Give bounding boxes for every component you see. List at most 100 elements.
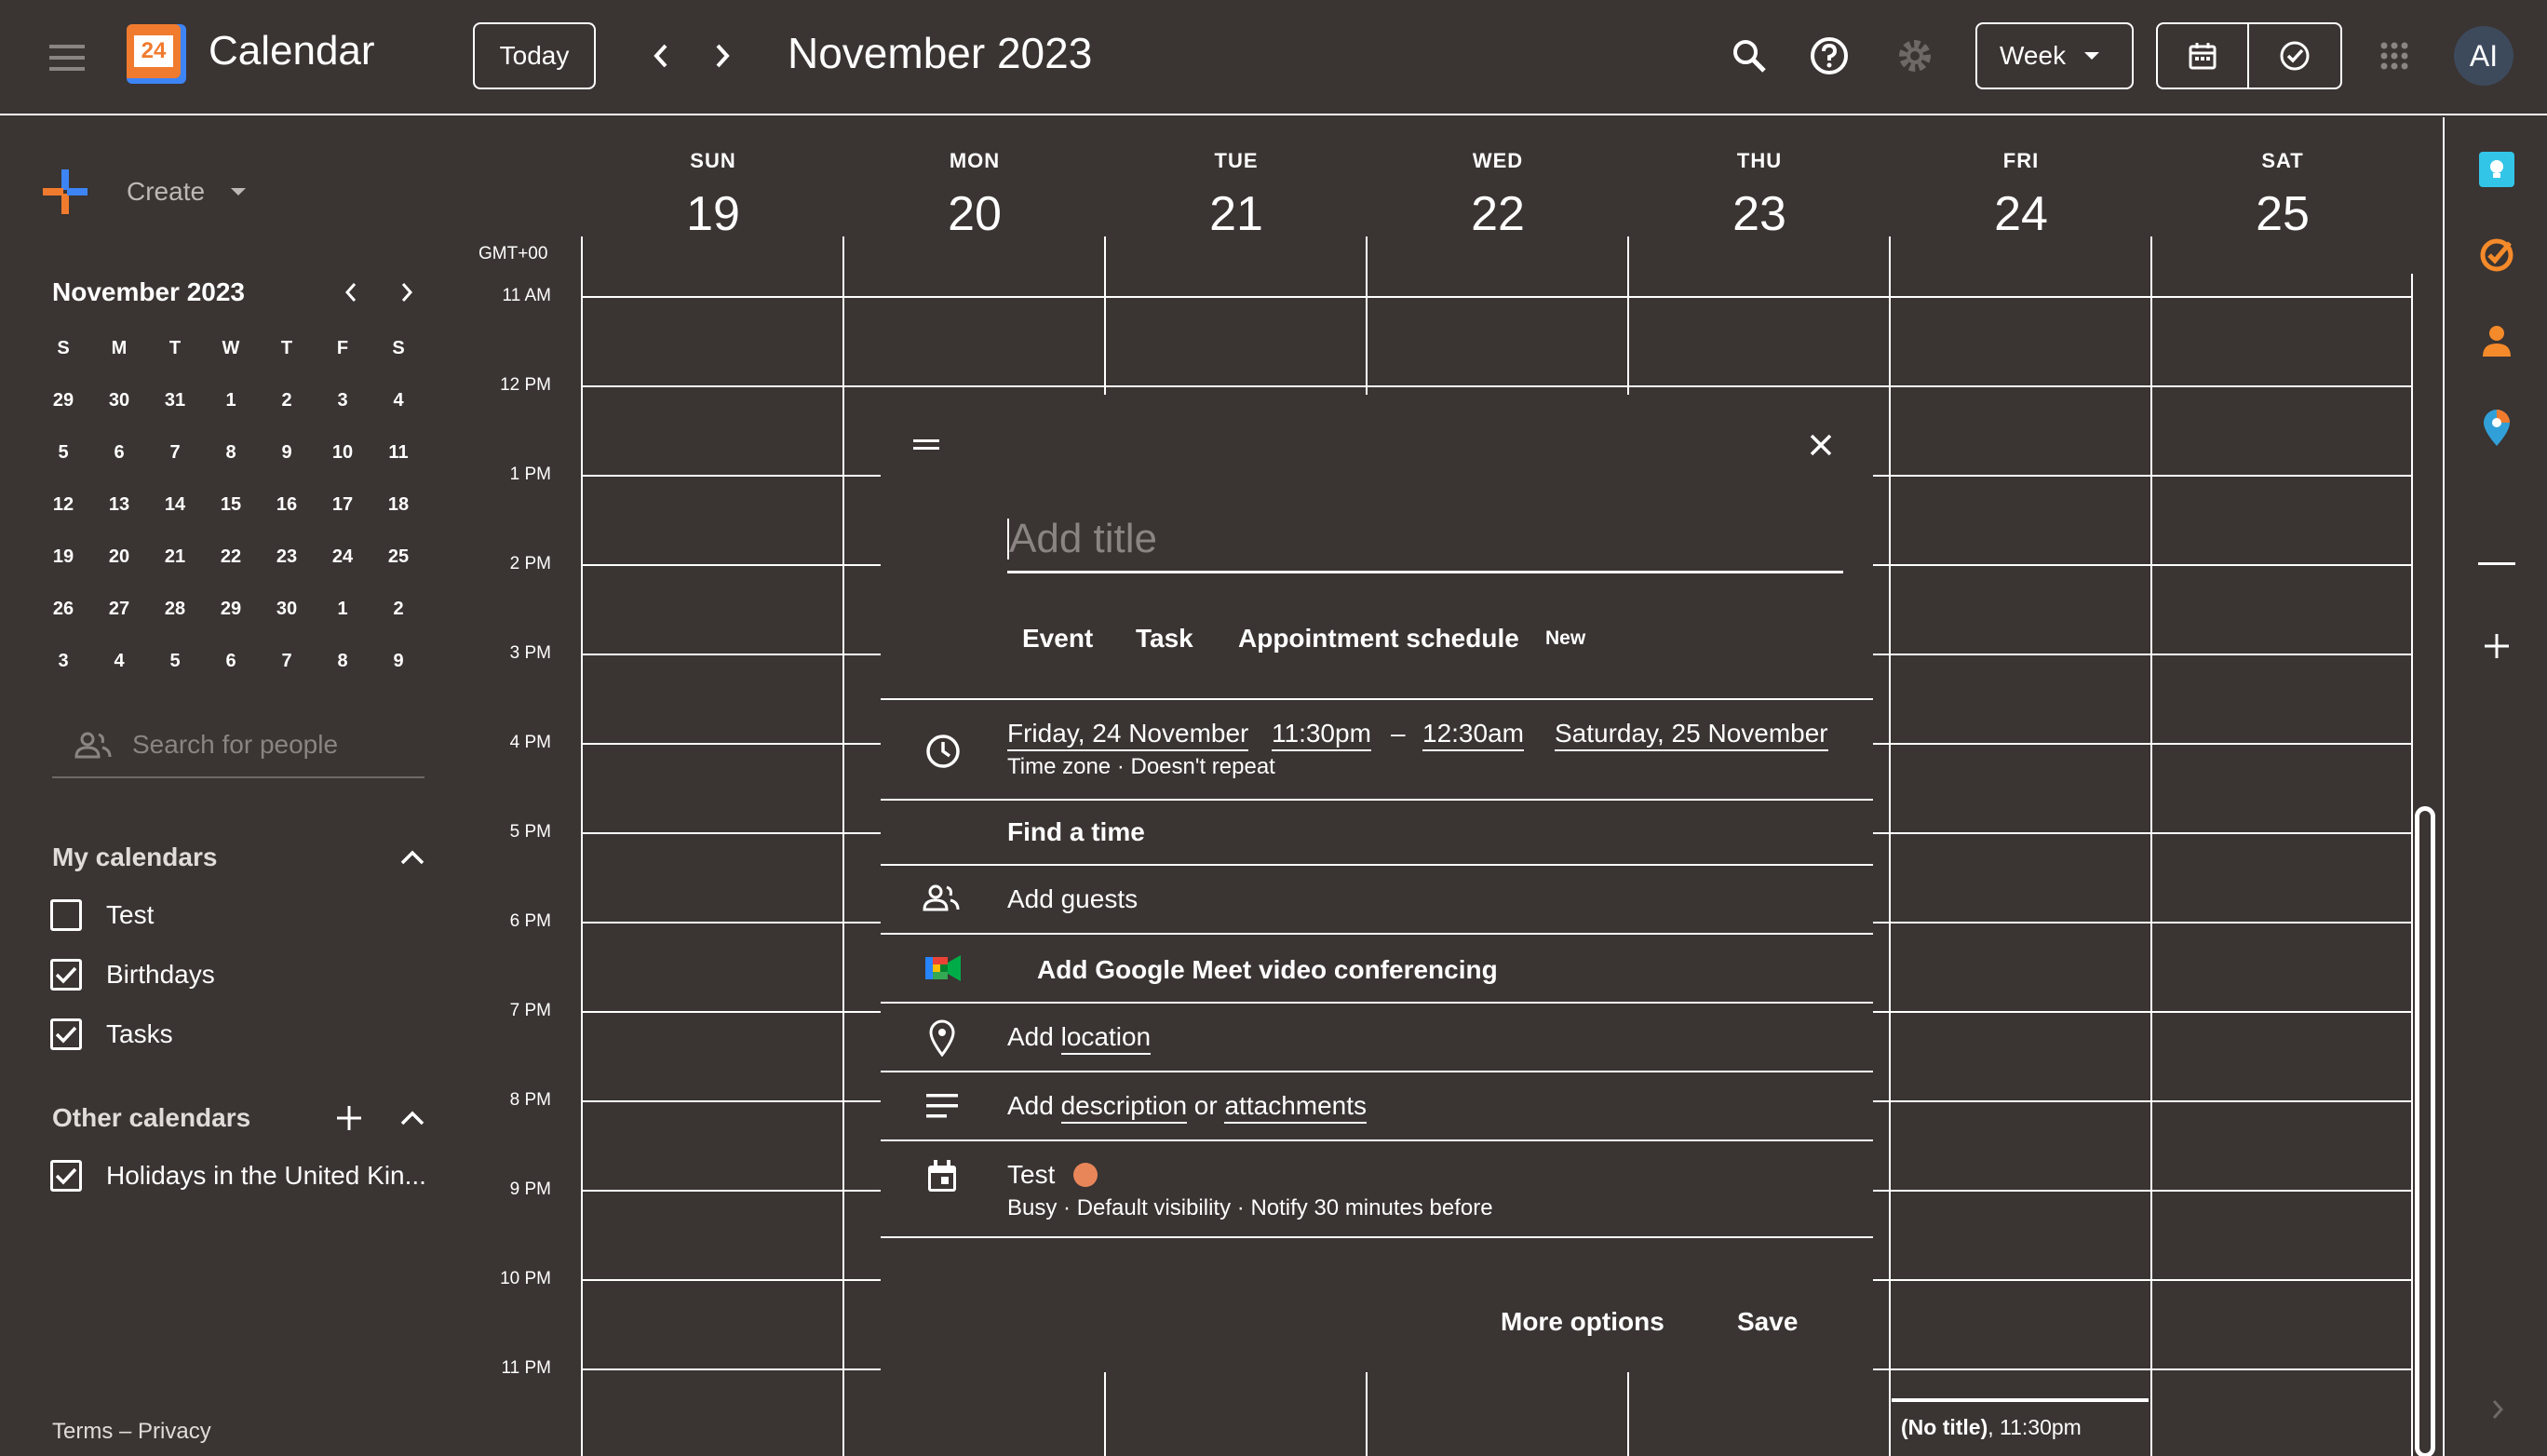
checkbox[interactable] xyxy=(50,899,82,931)
mini-calendar-day[interactable]: 21 xyxy=(147,546,203,568)
day-header-sat[interactable]: SAT 25 xyxy=(2152,149,2413,242)
day-header-thu[interactable]: THU 23 xyxy=(1629,149,1890,242)
add-description-button[interactable]: Add description or attachments xyxy=(1007,1091,1368,1124)
mini-calendar-day[interactable]: 15 xyxy=(203,494,259,516)
calendar-item-test[interactable]: Test xyxy=(50,899,154,931)
mini-calendar-day[interactable]: 27 xyxy=(91,599,147,620)
mini-calendar-day[interactable]: 24 xyxy=(315,546,371,568)
maps-icon[interactable] xyxy=(2476,406,2517,451)
title-input[interactable]: Add title xyxy=(1007,506,1843,573)
mini-calendar-day[interactable]: 4 xyxy=(371,390,426,411)
checkbox[interactable] xyxy=(50,1018,82,1050)
mini-calendar-day[interactable]: 9 xyxy=(259,442,315,464)
add-addon-plus-icon[interactable] xyxy=(2476,626,2517,667)
mini-calendar-day[interactable]: 19 xyxy=(35,546,91,568)
next-week-button[interactable] xyxy=(704,35,741,76)
mini-calendar-day[interactable]: 5 xyxy=(147,651,203,672)
start-date[interactable]: Friday, 24 November xyxy=(1007,719,1249,751)
mini-calendar-day[interactable]: 7 xyxy=(259,651,315,672)
collapse-chevron-icon[interactable] xyxy=(400,1111,424,1126)
add-location-button[interactable]: Add location xyxy=(1007,1022,1152,1055)
repeat-select[interactable]: Doesn't repeat xyxy=(1131,754,1275,779)
start-time[interactable]: 11:30pm xyxy=(1272,719,1371,751)
more-options-button[interactable]: More options xyxy=(1501,1307,1664,1337)
mini-calendar-prev-button[interactable] xyxy=(335,274,367,311)
mini-calendar-day[interactable]: 1 xyxy=(203,390,259,411)
calendar-item-tasks[interactable]: Tasks xyxy=(50,1018,173,1050)
terms-link[interactable]: Terms xyxy=(52,1419,113,1444)
day-date[interactable]: 25 xyxy=(2152,186,2413,242)
privacy-link[interactable]: Privacy xyxy=(138,1419,211,1444)
mini-calendar-day[interactable]: 20 xyxy=(91,546,147,568)
mini-calendar-day[interactable]: 23 xyxy=(259,546,315,568)
mini-calendar-day[interactable]: 2 xyxy=(371,599,426,620)
find-a-time-button[interactable]: Find a time xyxy=(1007,817,1145,847)
mini-calendar-day[interactable]: 17 xyxy=(315,494,371,516)
calendar-item-birthdays[interactable]: Birthdays xyxy=(50,959,215,991)
tasks-icon[interactable] xyxy=(2476,235,2517,276)
mini-calendar-day[interactable]: 29 xyxy=(35,390,91,411)
search-people-field[interactable]: Search for people xyxy=(52,713,424,778)
mini-calendar-day[interactable]: 18 xyxy=(371,494,426,516)
keep-icon[interactable] xyxy=(2476,149,2517,190)
draft-event[interactable]: (No title), 11:30pm xyxy=(1892,1398,2149,1456)
main-menu-icon[interactable] xyxy=(41,35,93,80)
day-date[interactable]: 24 xyxy=(1891,186,2151,242)
search-icon[interactable] xyxy=(1726,32,1772,80)
mini-calendar-day[interactable]: 28 xyxy=(147,599,203,620)
my-calendars-header[interactable]: My calendars xyxy=(52,834,424,881)
mini-calendar-day[interactable]: 5 xyxy=(35,442,91,464)
tab-event[interactable]: Event xyxy=(1022,624,1093,654)
calendar-view-button[interactable] xyxy=(2158,24,2249,88)
day-date[interactable]: 23 xyxy=(1629,186,1890,242)
contacts-icon[interactable] xyxy=(2476,320,2517,361)
mini-calendar-day[interactable]: 3 xyxy=(35,651,91,672)
day-header-sun[interactable]: SUN 19 xyxy=(583,149,843,242)
mini-calendar-day[interactable]: 2 xyxy=(259,390,315,411)
mini-calendar-day[interactable]: 8 xyxy=(315,651,371,672)
tab-appointment-schedule[interactable]: Appointment schedule xyxy=(1238,624,1519,654)
day-date[interactable]: 20 xyxy=(844,186,1105,242)
timezone-link[interactable]: Time zone xyxy=(1007,754,1111,779)
mini-calendar-day[interactable]: 12 xyxy=(35,494,91,516)
view-select[interactable]: Week xyxy=(1975,22,2134,89)
calendar-item-holidays[interactable]: Holidays in the United Kin... xyxy=(50,1160,426,1192)
close-icon[interactable] xyxy=(1802,426,1840,464)
tab-task[interactable]: Task xyxy=(1136,624,1193,654)
day-date[interactable]: 19 xyxy=(583,186,843,242)
mini-calendar-day[interactable]: 8 xyxy=(203,442,259,464)
day-header-wed[interactable]: WED 22 xyxy=(1368,149,1628,242)
help-icon[interactable] xyxy=(1806,32,1853,80)
mini-calendar-day[interactable]: 25 xyxy=(371,546,426,568)
mini-calendar-day[interactable]: 3 xyxy=(315,390,371,411)
day-header-tue[interactable]: TUE 21 xyxy=(1106,149,1367,242)
mini-calendar-day[interactable]: 30 xyxy=(91,390,147,411)
day-date[interactable]: 21 xyxy=(1106,186,1367,242)
mini-calendar-next-button[interactable] xyxy=(391,274,423,311)
day-header-mon[interactable]: MON 20 xyxy=(844,149,1105,242)
mini-calendar-day[interactable]: 31 xyxy=(147,390,203,411)
mini-calendar-day[interactable]: 26 xyxy=(35,599,91,620)
end-time[interactable]: 12:30am xyxy=(1422,719,1524,751)
today-button[interactable]: Today xyxy=(473,22,596,89)
mini-calendar-day[interactable]: 6 xyxy=(203,651,259,672)
attachments-link[interactable]: attachments xyxy=(1224,1091,1368,1124)
calendar-selector[interactable]: Test xyxy=(1007,1160,1098,1190)
other-calendars-header[interactable]: Other calendars xyxy=(52,1095,424,1141)
end-date[interactable]: Saturday, 25 November xyxy=(1555,719,1828,751)
add-calendar-plus-icon[interactable] xyxy=(335,1104,363,1132)
mini-calendar-day[interactable]: 4 xyxy=(91,651,147,672)
previous-week-button[interactable] xyxy=(642,35,680,76)
mini-calendar-day[interactable]: 1 xyxy=(315,599,371,620)
grid-scrollbar[interactable] xyxy=(2415,806,2435,1456)
mini-calendar-day[interactable]: 7 xyxy=(147,442,203,464)
avatar[interactable]: AI xyxy=(2454,26,2513,86)
day-date[interactable]: 22 xyxy=(1368,186,1628,242)
day-header-fri[interactable]: FRI 24 xyxy=(1891,149,2151,242)
mini-calendar-day[interactable]: 6 xyxy=(91,442,147,464)
mini-calendar-day[interactable]: 11 xyxy=(371,442,426,464)
mini-calendar-day[interactable]: 30 xyxy=(259,599,315,620)
mini-calendar-day[interactable]: 14 xyxy=(147,494,203,516)
add-guests-button[interactable]: Add guests xyxy=(1007,884,1138,914)
create-button[interactable]: Create xyxy=(41,164,264,220)
